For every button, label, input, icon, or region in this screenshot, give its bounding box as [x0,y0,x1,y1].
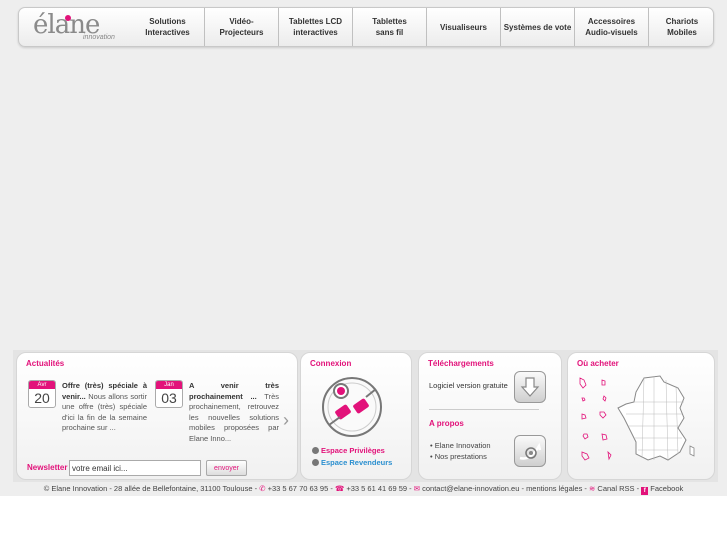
footer-rss-link[interactable]: Canal RSS - [597,484,639,493]
about-item-elane-innovation[interactable]: • Elane Innovation [430,441,491,450]
footer-fax: +33 5 61 41 69 59 - [346,484,412,493]
overseas-territories-icons [579,377,612,461]
page-bottom-area [0,496,727,545]
footer-phone: +33 5 67 70 63 95 - [267,484,333,493]
download-arrow-icon [520,377,540,397]
download-button[interactable] [514,371,546,403]
news-date-badge: Jan 03 [155,380,183,408]
nav-item-visualiseurs[interactable]: Visualiseurs [427,8,501,46]
espace-privileges-link[interactable]: Espace Privilèges [321,446,385,455]
newsletter-submit-button[interactable]: envoyer [206,460,247,476]
logo-tagline: innovation [83,34,115,41]
nav-item-solutions-interactives[interactable]: Solutions Interactives [131,8,205,46]
rss-icon: ≋ [589,484,596,493]
nav-item-tablettes-lcd[interactable]: Tablettes LCD interactives [279,8,353,46]
bullet-icon [312,447,319,454]
footer-legal-link[interactable]: mentions légales - [526,484,587,493]
corsica-outline [689,445,695,457]
news-date-badge: Avr 20 [28,380,56,408]
main-navigation: élane innovation Solutions Interactives V… [18,7,714,47]
espace-revendeurs-link[interactable]: Espace Revendeurs [321,458,392,467]
email-icon: ✉ [413,484,421,493]
about-swirl-icon [519,442,542,460]
about-item-nos-prestations[interactable]: • Nos prestations [430,452,487,461]
news-item[interactable]: Offre (très) spéciale à venir... Nous al… [62,381,147,434]
about-button[interactable] [514,435,546,467]
logo-dot-icon [65,15,71,21]
divider [429,409,539,410]
about-title: A propos [429,419,464,428]
facebook-icon: f [641,487,649,495]
france-mainland-outline [617,375,687,461]
news-item[interactable]: A venir très prochainement ... Très proc… [189,381,279,444]
downloads-title: Téléchargements [428,359,494,368]
nav-item-tablettes-sans-fil[interactable]: Tablettes sans fil [353,8,427,46]
phone-icon: ✆ [259,484,266,493]
nav-item-chariots-mobiles[interactable]: Chariots Mobiles [649,8,715,46]
connexion-title: Connexion [310,359,352,368]
download-free-software-link[interactable]: Logiciel version gratuite [429,381,508,390]
france-map[interactable] [574,372,712,468]
footer-address: © Elane Innovation - 28 allée de Bellefo… [43,484,258,493]
footer-email-link[interactable]: contact@elane-innovation.eu - [422,484,524,493]
footer-facebook-link[interactable]: Facebook [650,484,683,493]
chevron-right-icon[interactable]: › [283,410,289,431]
newsletter-email-input[interactable] [69,460,201,476]
news-title: Actualités [26,359,65,368]
fax-icon: ☎ [334,484,345,493]
site-footer: © Elane Innovation - 28 allée de Bellefo… [0,484,727,495]
elane-logo[interactable]: élane innovation [33,11,123,43]
bullet-icon [312,459,319,466]
nav-item-systemes-de-vote[interactable]: Systèmes de vote [501,8,575,46]
nav-item-video-projecteurs[interactable]: Vidéo- Projecteurs [205,8,279,46]
nav-item-accessoires[interactable]: Accessoires Audio-visuels [575,8,649,46]
newsletter-label: Newsletter [27,463,68,472]
plug-connect-icon [322,377,382,437]
nav-menu: Solutions Interactives Vidéo- Projecteurs … [131,8,715,46]
where-to-buy-title: Où acheter [577,359,619,368]
